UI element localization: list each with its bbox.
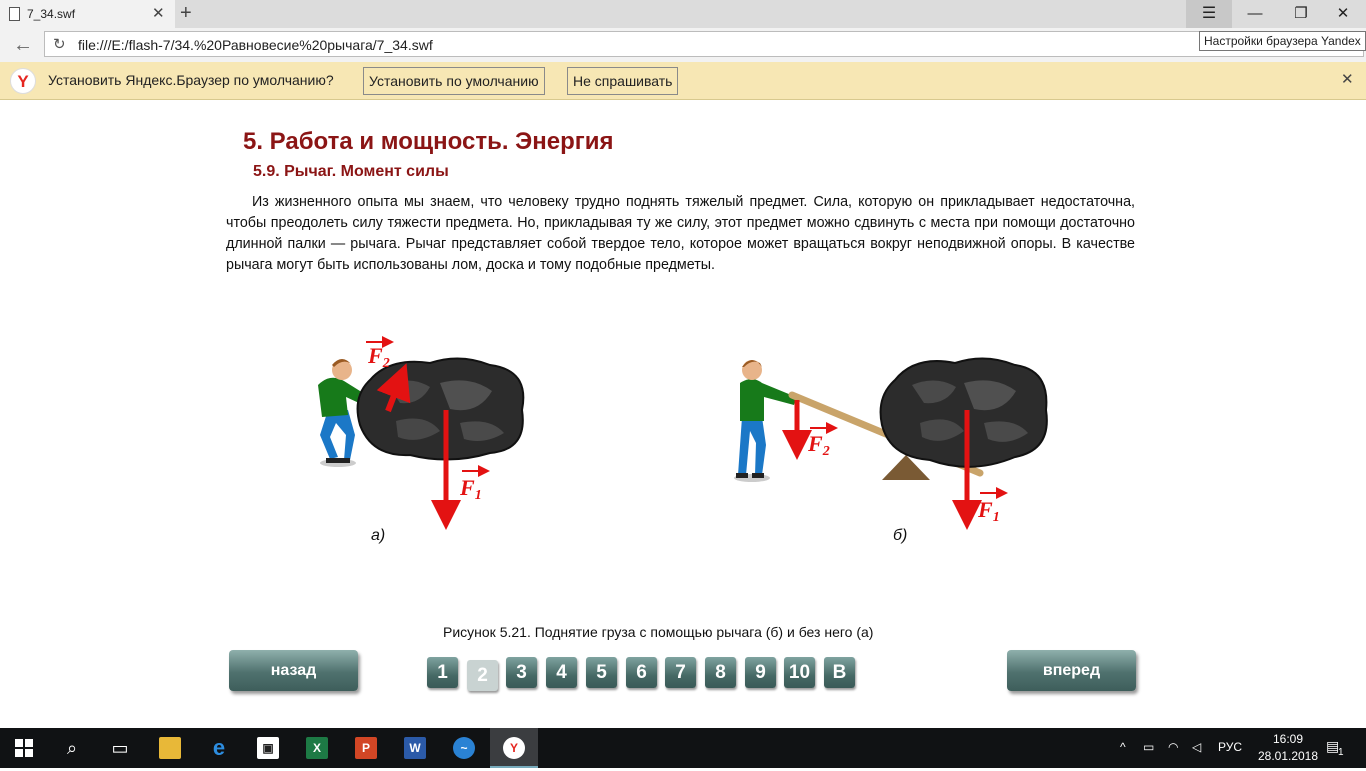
force-f1-label: F1 xyxy=(459,475,482,503)
page-button-6[interactable]: 6 xyxy=(626,657,657,688)
page-button-2[interactable]: 2 xyxy=(467,660,498,691)
clock-time: 16:09 xyxy=(1272,732,1304,746)
url-text[interactable]: file:///E:/flash-7/34.%20Равновесие%20ры… xyxy=(78,37,433,53)
word-icon[interactable]: W xyxy=(404,737,426,759)
person-lever-illustration xyxy=(734,360,796,482)
clock[interactable]: 16:09 28.01.2018 xyxy=(1253,731,1323,765)
thunderbird-icon[interactable]: ~ xyxy=(453,737,475,759)
restore-icon[interactable]: ❐ xyxy=(1278,0,1324,28)
figure-a: F2 F1 xyxy=(318,336,525,530)
window-close-icon[interactable]: ✕ xyxy=(1320,0,1366,28)
lever-figure: F2 F1 F2 F1 xyxy=(318,336,1048,530)
dont-ask-button[interactable]: Не спрашивать xyxy=(567,67,679,95)
section-title: 5.9. Рычаг. Момент силы xyxy=(253,163,449,180)
yandex-browser-taskbar-item[interactable]: Y xyxy=(490,728,538,768)
page-button-11[interactable]: В xyxy=(824,657,855,688)
excel-icon[interactable]: X xyxy=(306,737,328,759)
page-button-10[interactable]: 10 xyxy=(784,657,815,688)
task-view-icon[interactable]: ▭ xyxy=(96,728,144,768)
document-icon xyxy=(9,7,20,21)
rock-illustration xyxy=(356,357,525,461)
language-indicator[interactable]: РУС xyxy=(1218,740,1242,754)
page-button-8[interactable]: 8 xyxy=(705,657,736,688)
page-button-4[interactable]: 4 xyxy=(546,657,577,688)
back-button[interactable]: назад xyxy=(229,650,358,691)
page-button-7[interactable]: 7 xyxy=(665,657,696,688)
new-tab-plus-icon[interactable]: + xyxy=(180,2,192,25)
tab-bar: 7_34.swf ✕ + ☰ — ❐ ✕ xyxy=(0,0,1366,28)
infobar-message: Установить Яндекс.Браузер по умолчанию? xyxy=(48,72,334,88)
yandex-logo-icon: Y xyxy=(10,68,36,94)
page-button-3[interactable]: 3 xyxy=(506,657,537,688)
volume-icon[interactable]: ◁ xyxy=(1192,740,1201,754)
intro-paragraph: Из жизненного опыта мы знаем, что челове… xyxy=(226,194,1135,273)
yandex-browser-icon: Y xyxy=(503,737,525,759)
tab-close-icon[interactable]: ✕ xyxy=(152,4,165,22)
force-f2-label: F2 xyxy=(807,431,830,459)
page-title: 5. Работа и мощность. Энергия xyxy=(243,128,614,155)
default-browser-infobar: Y Установить Яндекс.Браузер по умолчанию… xyxy=(0,62,1366,100)
battery-icon[interactable]: ▭ xyxy=(1143,740,1154,754)
page-button-9[interactable]: 9 xyxy=(745,657,776,688)
minimize-icon[interactable]: — xyxy=(1232,0,1278,28)
back-arrow-icon[interactable]: ← xyxy=(13,34,33,57)
notification-count: 1 xyxy=(1338,747,1344,758)
edge-icon[interactable]: e xyxy=(208,737,230,759)
force-f1-label: F1 xyxy=(977,497,1000,525)
force-f2-label: F2 xyxy=(367,343,390,371)
infobar-close-icon[interactable]: ✕ xyxy=(1341,70,1354,88)
clock-date: 28.01.2018 xyxy=(1257,749,1319,763)
file-explorer-icon[interactable] xyxy=(159,737,181,759)
page-button-5[interactable]: 5 xyxy=(586,657,617,688)
address-bar: ← ↻ file:///E:/flash-7/34.%20Равновесие%… xyxy=(0,28,1366,62)
store-icon[interactable]: ▣ xyxy=(257,737,279,759)
figure-b: F2 F1 xyxy=(734,357,1048,530)
figure-label-a: а) xyxy=(371,527,386,544)
search-icon[interactable]: ⌕ xyxy=(48,728,96,768)
show-hidden-icons-icon[interactable]: ^ xyxy=(1120,740,1126,754)
set-default-button[interactable]: Установить по умолчанию xyxy=(363,67,545,95)
reload-icon[interactable]: ↻ xyxy=(53,35,66,53)
tab-title: 7_34.swf xyxy=(27,7,76,21)
figure-label-b: б) xyxy=(893,527,908,544)
wifi-icon[interactable]: ◠ xyxy=(1168,740,1178,754)
page-button-1[interactable]: 1 xyxy=(427,657,458,688)
rock-illustration xyxy=(879,357,1048,468)
figure-caption: Рисунок 5.21. Поднятие груза с помощью р… xyxy=(443,624,874,640)
powerpoint-icon[interactable]: P xyxy=(355,737,377,759)
settings-tooltip: Настройки браузера Yandex xyxy=(1199,31,1366,51)
start-icon[interactable] xyxy=(0,728,48,768)
forward-button[interactable]: вперед xyxy=(1007,650,1136,691)
windows-taskbar: ⌕ ▭ e ▣ X P W ~ Y ^ ▭ ◠ ◁ РУС 16:09 28.0… xyxy=(0,728,1366,768)
url-field[interactable]: ↻ file:///E:/flash-7/34.%20Равновесие%20… xyxy=(44,31,1364,57)
browser-menu-icon[interactable]: ☰ xyxy=(1186,0,1232,28)
browser-tab[interactable]: 7_34.swf ✕ xyxy=(0,0,175,28)
